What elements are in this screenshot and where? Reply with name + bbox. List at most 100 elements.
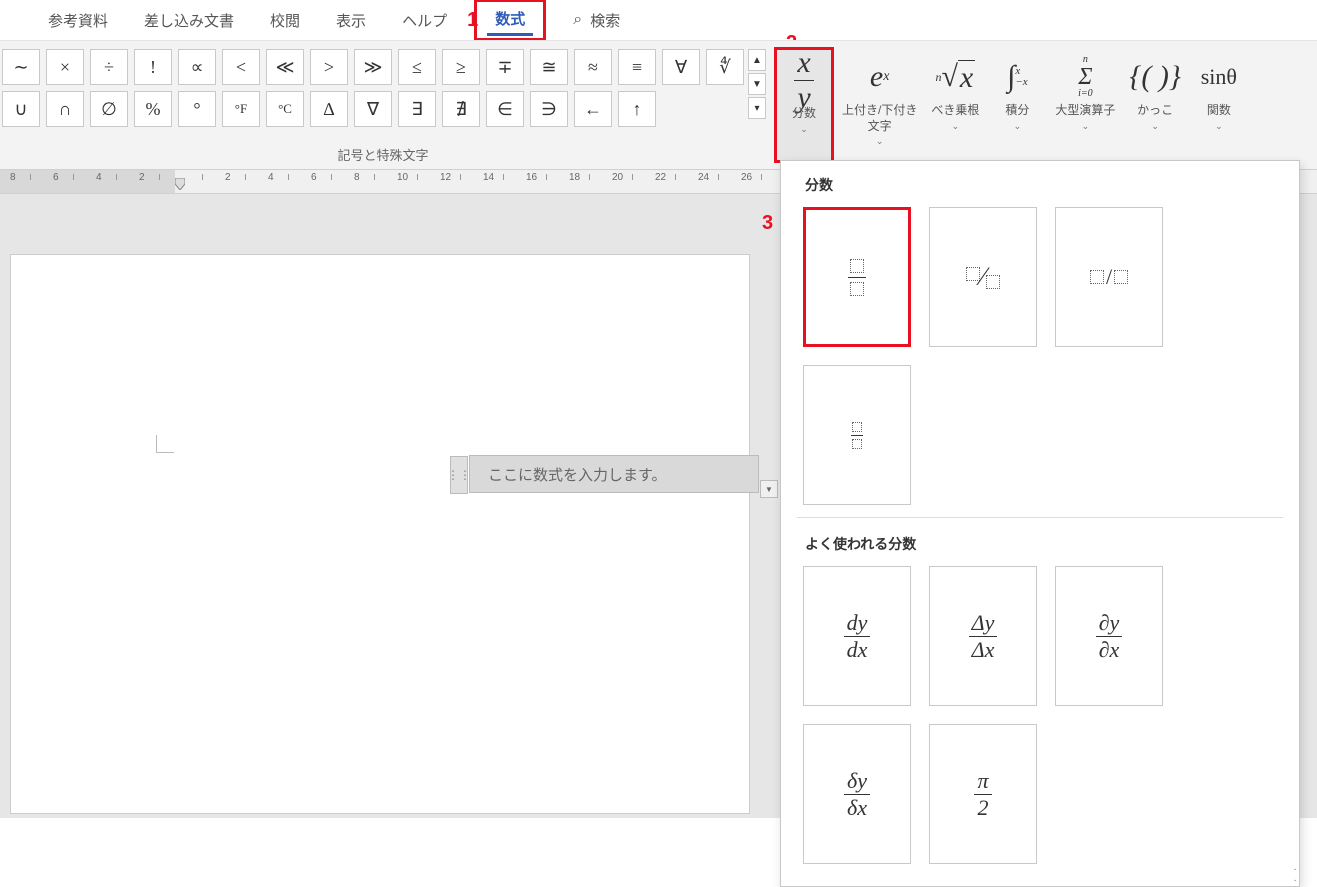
symbol-4[interactable]: ∝ [178, 49, 216, 85]
symbol-23[interactable]: °C [266, 91, 304, 127]
equation-handle[interactable]: ⋮⋮ [450, 456, 468, 494]
menu-view[interactable]: 表示 [318, 2, 384, 39]
symbol-28[interactable]: ∈ [486, 91, 524, 127]
search-box[interactable]: ⌕ 検索 [573, 10, 620, 31]
menu-equation[interactable]: 数式 [487, 4, 533, 36]
common-fraction-deltay-deltax[interactable]: ΔyΔx [929, 566, 1037, 706]
symbol-18[interactable]: ∩ [46, 91, 84, 127]
fraction-small[interactable] [803, 365, 911, 505]
symbol-27[interactable]: ∄ [442, 91, 480, 127]
ruler-tick [73, 174, 74, 180]
structure-script[interactable]: ex 上付き/下付き 文字 ⌄ [836, 47, 923, 163]
symbol-10[interactable]: ≥ [442, 49, 480, 85]
search-label: 検索 [590, 10, 620, 31]
ruler-number: 14 [483, 172, 494, 183]
chevron-down-icon: ⌄ [1082, 121, 1090, 132]
symbol-0[interactable]: ∼ [2, 49, 40, 85]
symbol-3[interactable]: ! [134, 49, 172, 85]
symbol-14[interactable]: ≡ [618, 49, 656, 85]
fraction-linear[interactable]: / [1055, 207, 1163, 347]
radical-icon: n√x [935, 51, 975, 103]
structure-radical[interactable]: n√x べき乗根 ⌄ [925, 47, 985, 163]
ruler-tick [718, 174, 719, 180]
symbol-12[interactable]: ≅ [530, 49, 568, 85]
structure-bracket[interactable]: {( )} かっこ ⌄ [1123, 47, 1186, 163]
chevron-down-icon: ⌄ [1151, 121, 1159, 132]
menu-bar: 参考資料 差し込み文書 校閲 表示 ヘルプ 1 数式 ⌕ 検索 2 [0, 0, 1317, 40]
ruler-tick [159, 174, 160, 180]
ruler-number: 20 [612, 172, 623, 183]
fraction-skewed[interactable]: ⁄ [929, 207, 1037, 347]
symbol-9[interactable]: ≤ [398, 49, 436, 85]
ruler-tick [331, 174, 332, 180]
ruler-number: 4 [96, 172, 102, 183]
function-icon: sinθ [1201, 51, 1237, 103]
symbols-group-label: 記号と特殊文字 [0, 145, 766, 164]
symbol-21[interactable]: ° [178, 91, 216, 127]
equation-placeholder-box[interactable]: ⋮⋮ ここに数式を入力します。 ▼ [469, 455, 759, 493]
symbol-11[interactable]: ∓ [486, 49, 524, 85]
dd-section-common-title: よく使われる分数 [781, 520, 1299, 562]
structure-integral[interactable]: ∫x−x 積分 ⌄ [987, 47, 1047, 163]
symbol-19[interactable]: ∅ [90, 91, 128, 127]
structure-fraction[interactable]: xy 分数 ⌄ [774, 47, 834, 163]
menu-help[interactable]: ヘルプ [384, 2, 465, 39]
symbol-13[interactable]: ≈ [574, 49, 612, 85]
symbol-26[interactable]: ∃ [398, 91, 436, 127]
dd-section-fraction-title: 分数 [781, 161, 1299, 203]
symbol-30[interactable]: ← [574, 91, 612, 127]
symbol-5[interactable]: < [222, 49, 260, 85]
symbol-7[interactable]: > [310, 49, 348, 85]
symbol-8[interactable]: ≫ [354, 49, 392, 85]
structure-function[interactable]: sinθ 関数 ⌄ [1189, 47, 1249, 163]
symbol-17[interactable]: ∪ [2, 91, 40, 127]
fraction-templates-grid: ⁄ / [781, 203, 1299, 515]
structure-large-operator[interactable]: nΣi=0 大型演算子 ⌄ [1049, 47, 1121, 163]
symbol-25[interactable]: ∇ [354, 91, 392, 127]
ruler-number: 2 [139, 172, 145, 183]
symbol-31[interactable]: ↑ [618, 91, 656, 127]
script-label: 上付き/下付き 文字 [842, 103, 917, 134]
function-label: 関数 [1207, 103, 1231, 119]
ruler-tick [417, 174, 418, 180]
equation-placeholder-text: ここに数式を入力します。 [488, 464, 667, 485]
symbol-1[interactable]: × [46, 49, 84, 85]
common-fraction-dy-dx[interactable]: dydx [803, 566, 911, 706]
symbol-15[interactable]: ∀ [662, 49, 700, 85]
chevron-down-icon: ⌄ [952, 121, 960, 132]
large-op-icon: nΣi=0 [1078, 51, 1093, 103]
margin-corner-icon [156, 435, 174, 453]
equation-dropdown-icon[interactable]: ▼ [760, 480, 778, 498]
chevron-down-icon: ⌄ [800, 124, 808, 135]
fraction-stacked[interactable] [803, 207, 911, 347]
fraction-label: 分数 [792, 106, 816, 122]
common-fraction-deltasy-deltasx[interactable]: δyδx [803, 724, 911, 864]
symbol-6[interactable]: ≪ [266, 49, 304, 85]
symbol-scroll-more[interactable]: ▾ [748, 97, 766, 119]
symbol-20[interactable]: % [134, 91, 172, 127]
chevron-down-icon: ⌄ [1014, 121, 1022, 132]
menu-review[interactable]: 校閲 [252, 2, 318, 39]
symbol-2[interactable]: ÷ [90, 49, 128, 85]
common-fraction-partialy-partialx[interactable]: ∂y∂x [1055, 566, 1163, 706]
ruler-tick [202, 174, 203, 180]
ruler-number: 10 [397, 172, 408, 183]
symbol-scroll-up[interactable]: ▲ [748, 49, 766, 71]
resize-grip-icon[interactable]: .... [1293, 862, 1295, 884]
symbol-22[interactable]: °F [222, 91, 260, 127]
page[interactable]: ⋮⋮ ここに数式を入力します。 ▼ [10, 254, 750, 814]
ruler-tick [460, 174, 461, 180]
symbol-scroll-down[interactable]: ▼ [748, 73, 766, 95]
fraction-icon: xy [794, 54, 813, 106]
ruler-number: 16 [526, 172, 537, 183]
menu-references[interactable]: 参考資料 [30, 2, 126, 39]
ruler-tick [761, 174, 762, 180]
integral-label: 積分 [1005, 103, 1029, 119]
menu-mailings[interactable]: 差し込み文書 [126, 2, 252, 39]
ribbon: ∼×÷!∝<≪>≫≤≥∓≅≈≡∀∜ ∪∩∅%°°F°C∆∇∃∄∈∋←↑ ▲ ▼ ▾… [0, 40, 1317, 170]
indent-marker-icon[interactable] [175, 178, 185, 190]
symbol-16[interactable]: ∜ [706, 49, 744, 85]
symbol-29[interactable]: ∋ [530, 91, 568, 127]
symbol-24[interactable]: ∆ [310, 91, 348, 127]
common-fraction-pi-2[interactable]: π2 [929, 724, 1037, 864]
